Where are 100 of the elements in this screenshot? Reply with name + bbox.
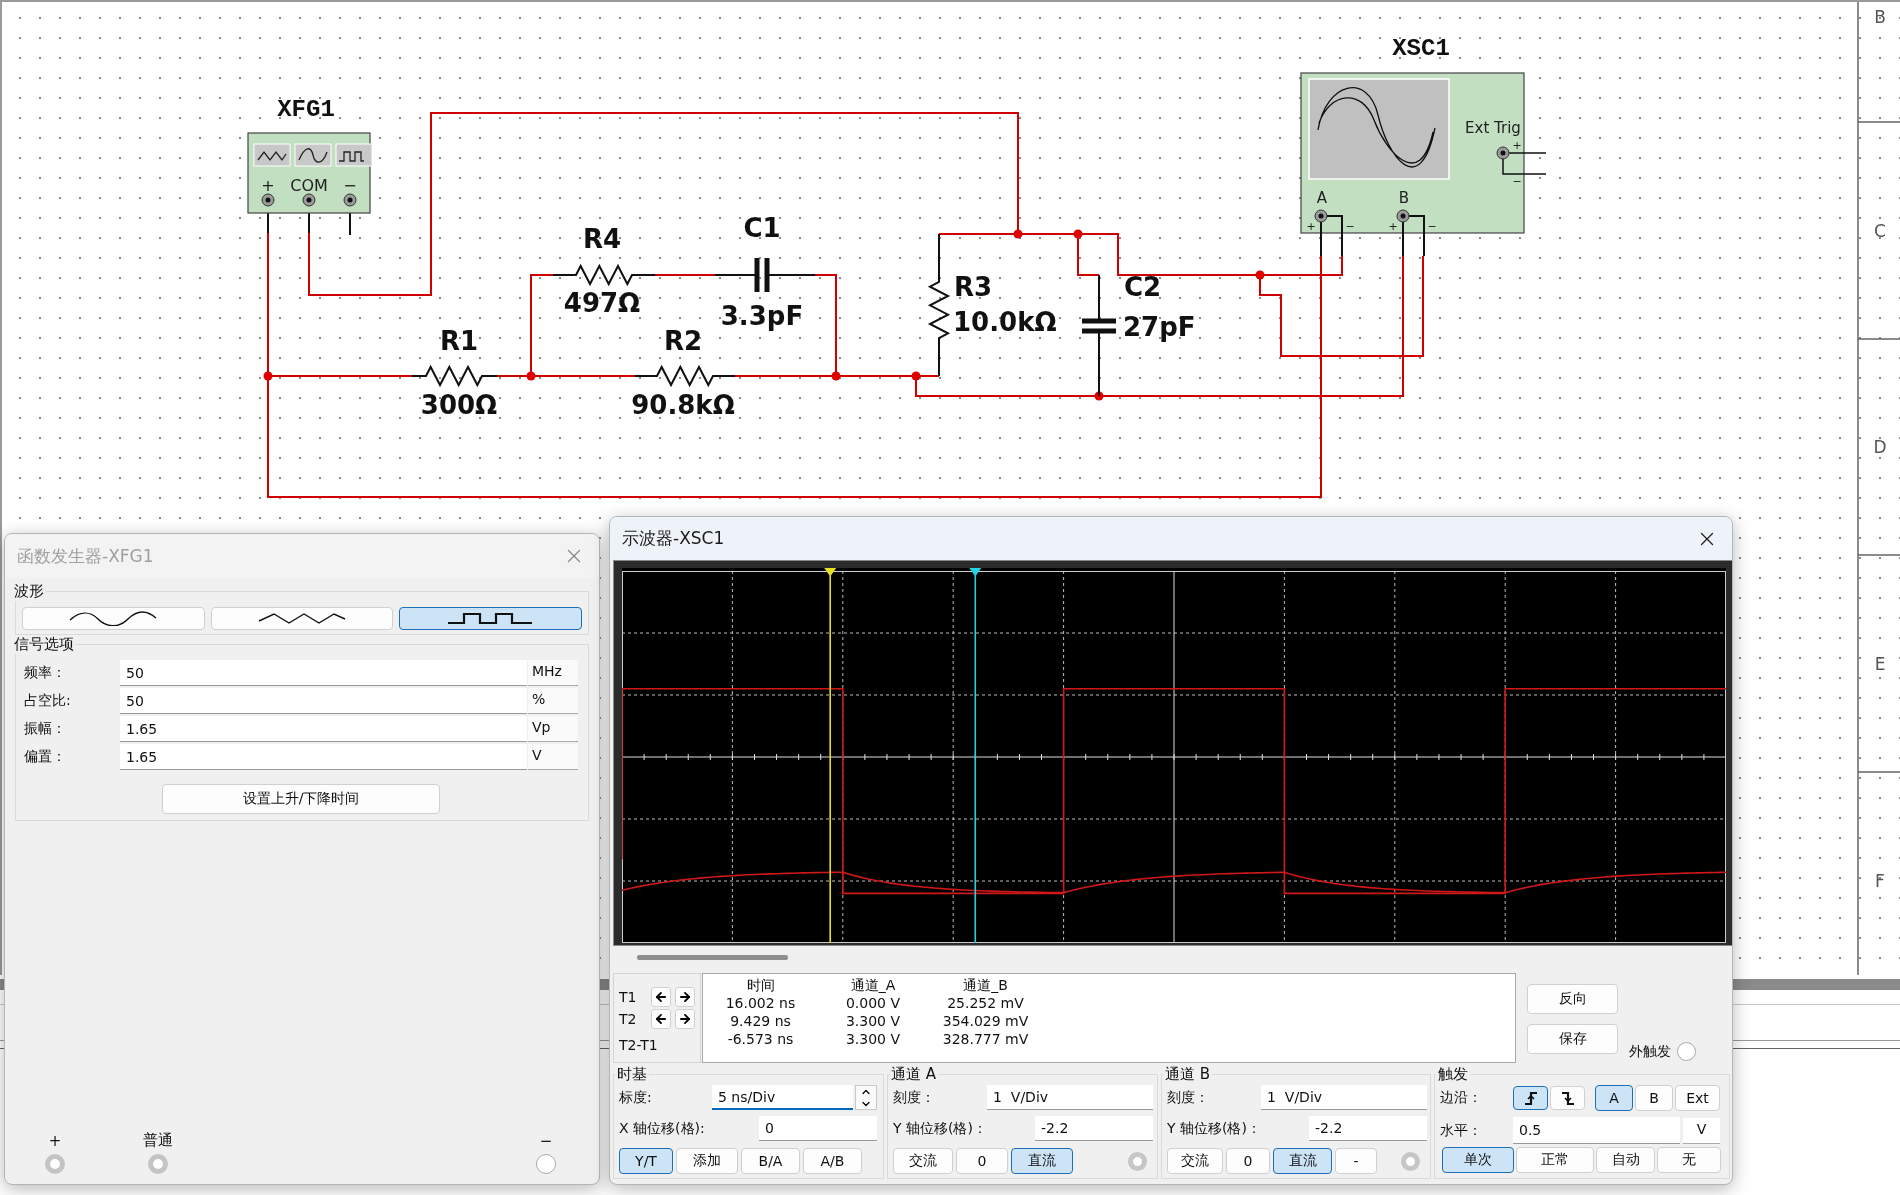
polarity-sign: −: [1345, 220, 1355, 233]
trigger-level-field[interactable]: 0.5: [1513, 1117, 1680, 1144]
falling-edge-icon: [1559, 1089, 1576, 1107]
readout-value: -6.573 ns: [726, 1030, 795, 1048]
terminal-icon: [45, 1154, 65, 1174]
cursor-label: T2-T1: [619, 1037, 659, 1053]
ext-trigger-label: 外触发: [1629, 1042, 1671, 1061]
group-title: 触发: [1437, 1065, 1469, 1084]
parameter-field[interactable]: 1.65: [120, 744, 527, 770]
mode-button[interactable]: 交流: [893, 1148, 953, 1174]
unit-label: V: [528, 744, 578, 770]
unit-label: Vp: [528, 716, 578, 742]
group-title: 信号选项: [13, 635, 75, 654]
ext-trigger-radio[interactable]: [1677, 1042, 1696, 1061]
zone-label: F: [1875, 871, 1885, 891]
mode-button[interactable]: 无: [1657, 1147, 1721, 1173]
rising-edge-icon: [1522, 1089, 1539, 1107]
readout-header: 通道_B: [962, 976, 1009, 994]
terminal-icon: [302, 193, 316, 207]
mode-button[interactable]: A: [1595, 1085, 1633, 1111]
field-label: X 轴位移(格):: [619, 1119, 706, 1138]
terminal-label: 普通: [143, 1131, 173, 1150]
y-offset-field[interactable]: -2.2: [1035, 1116, 1153, 1141]
scrollbar-thumb[interactable]: [637, 955, 788, 960]
x-offset-field[interactable]: 0: [759, 1116, 877, 1141]
mode-button[interactable]: 交流: [1167, 1148, 1223, 1174]
mode-button[interactable]: 直流: [1011, 1148, 1073, 1174]
polarity-sign: +: [1512, 139, 1522, 152]
junction-dot: [263, 371, 273, 381]
mode-button[interactable]: 正常: [1516, 1147, 1594, 1173]
cursor-right-button[interactable]: [675, 987, 695, 1007]
polarity-sign: +: [1388, 220, 1398, 233]
field-label: 标度:: [619, 1088, 653, 1107]
readout-value: 16.002 ns: [724, 994, 797, 1012]
action-button[interactable]: 保存: [1527, 1024, 1618, 1054]
parameter-field[interactable]: 1.65: [120, 716, 527, 742]
readout-value: 354.029 mV: [941, 1012, 1030, 1030]
cursor-left-button[interactable]: [651, 987, 671, 1007]
zone-label: B: [1874, 7, 1886, 27]
spin-button[interactable]: [855, 1085, 877, 1110]
mode-button[interactable]: 单次: [1442, 1147, 1514, 1173]
mode-button[interactable]: 0: [1226, 1148, 1270, 1174]
cursor-right-button[interactable]: [675, 1009, 695, 1029]
group-title: 通道 A: [890, 1065, 938, 1084]
parameter-label: 占空比:: [24, 692, 72, 710]
cursor-left-button[interactable]: [651, 1009, 671, 1029]
mode-button[interactable]: Ext: [1675, 1085, 1720, 1111]
readout-value: 3.300 V: [844, 1030, 902, 1048]
parameter-label: 振幅：: [24, 720, 67, 738]
lead-wire: [1320, 215, 1343, 257]
mode-button[interactable]: 0: [956, 1148, 1008, 1174]
edge-button[interactable]: [1513, 1086, 1548, 1110]
channel-scale-field[interactable]: 1 V/Div: [1261, 1085, 1427, 1110]
mode-button[interactable]: 添加: [676, 1148, 738, 1174]
junction-dot: [831, 371, 841, 381]
mode-button[interactable]: 直流: [1273, 1148, 1332, 1174]
sine-wave-screen-icon: [1308, 78, 1450, 180]
field-label: Y 轴位移(格)：: [1167, 1119, 1262, 1138]
waveform-button[interactable]: [399, 607, 582, 630]
component-label: R2: [663, 326, 703, 356]
terminal-icon: [1496, 146, 1510, 160]
mode-button[interactable]: B: [1635, 1085, 1673, 1111]
unit-label: %: [528, 688, 578, 714]
zone-label: E: [1874, 654, 1886, 674]
terminal-label: COM: [290, 176, 328, 195]
group-title: 通道 B: [1164, 1065, 1212, 1084]
lead-wire: [1502, 152, 1547, 175]
component-value: 3.3pF: [720, 301, 804, 331]
instrument-label: XSC1: [1392, 35, 1450, 62]
y-offset-field[interactable]: -2.2: [1309, 1116, 1427, 1141]
field-label: 刻度：: [1167, 1088, 1210, 1107]
polarity-sign: +: [1306, 220, 1316, 233]
cursor-label: T1: [619, 989, 638, 1005]
parameter-field[interactable]: 50: [120, 660, 527, 686]
channel-scale-field[interactable]: 1 V/Div: [987, 1085, 1153, 1110]
action-button[interactable]: 反向: [1527, 984, 1618, 1014]
component-label: C2: [1124, 272, 1162, 302]
radio-icon: [1128, 1151, 1147, 1171]
component-label: C1: [743, 213, 781, 243]
group-title: 时基: [616, 1065, 648, 1084]
mode-button[interactable]: 自动: [1596, 1147, 1655, 1173]
field-label: 刻度：: [893, 1088, 936, 1107]
mode-button[interactable]: A/B: [803, 1148, 862, 1174]
readout-value: 0.000 V: [844, 994, 902, 1012]
component-label: R3: [954, 272, 993, 302]
rise-fall-time-button[interactable]: 设置上升/下降时间: [162, 784, 440, 814]
channel-label: B: [1398, 189, 1410, 207]
parameter-field[interactable]: 50: [120, 688, 527, 714]
field-label: Y 轴位移(格)：: [893, 1119, 988, 1138]
timebase-scale-field[interactable]: 5 ns/Div: [712, 1085, 853, 1110]
mode-button[interactable]: -: [1335, 1148, 1377, 1174]
mode-button[interactable]: B/A: [741, 1148, 800, 1174]
junction-dot: [1094, 391, 1104, 401]
cursor-line[interactable]: [824, 568, 837, 943]
cursor-line[interactable]: [969, 568, 982, 943]
mode-button[interactable]: Y/T: [619, 1148, 673, 1174]
polarity-sign: −: [1427, 220, 1437, 233]
junction-dot: [526, 371, 536, 381]
terminal-label: −: [343, 176, 357, 195]
terminal-icon: [148, 1154, 168, 1174]
